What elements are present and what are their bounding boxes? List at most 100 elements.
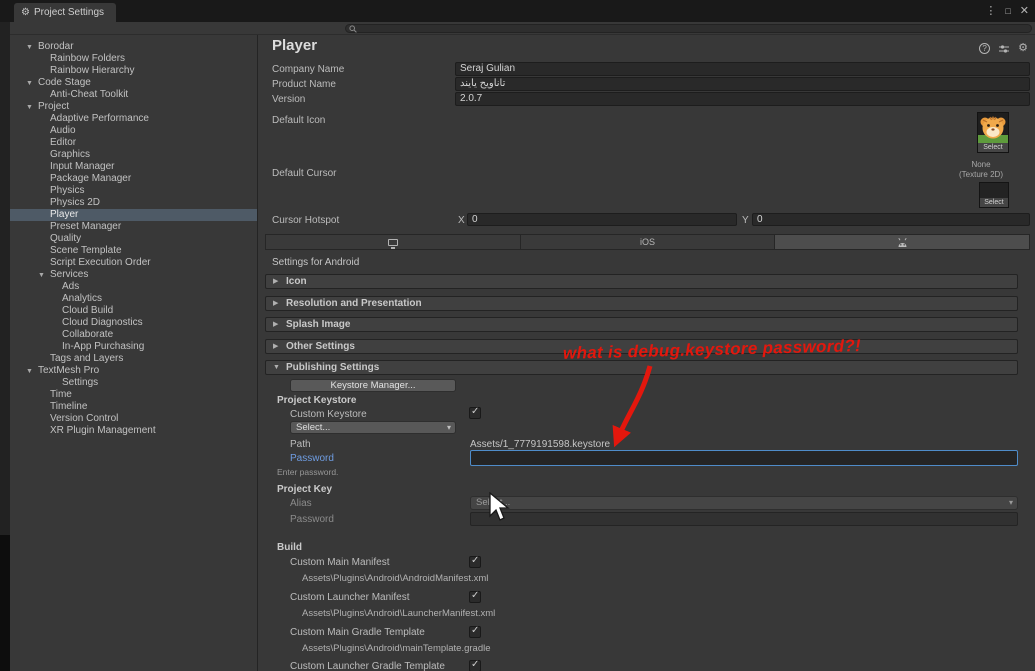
- sidebar-item-package-manager[interactable]: Package Manager: [10, 173, 257, 185]
- custom-keystore-checkbox[interactable]: ✓: [469, 406, 481, 419]
- sidebar-item-editor[interactable]: Editor: [10, 137, 257, 149]
- sidebar-item-quality[interactable]: Quality: [10, 233, 257, 245]
- sidebar-item-time[interactable]: Time: [10, 389, 257, 401]
- search-input[interactable]: [345, 24, 1032, 33]
- keystore-password-input[interactable]: [470, 450, 1018, 466]
- custom-launcher-manifest-label: Custom Launcher Manifest: [290, 592, 410, 603]
- window-menu-icon[interactable]: ⋮: [985, 5, 996, 17]
- default-icon-object-field[interactable]: Select: [977, 112, 1009, 153]
- sidebar-item-cloud-build[interactable]: Cloud Build: [10, 305, 257, 317]
- main-manifest-path: Assets\Plugins\Android\AndroidManifest.x…: [302, 573, 489, 584]
- window-controls: ⋮ □ ✕: [985, 0, 1029, 22]
- sidebar-item-script-execution-order[interactable]: Script Execution Order: [10, 257, 257, 269]
- window-close-icon[interactable]: ✕: [1020, 5, 1029, 17]
- hotspot-y-field[interactable]: 0: [752, 213, 1030, 226]
- default-cursor-object-field[interactable]: None (Texture 2D) Select: [951, 160, 1011, 208]
- sidebar-item-scene-template[interactable]: Scene Template: [10, 245, 257, 257]
- sidebar-item-label: Time: [50, 389, 72, 400]
- cursor-thumbnail[interactable]: Select: [979, 182, 1009, 208]
- section-resolution-and-presentation[interactable]: ▶ Resolution and Presentation: [265, 296, 1018, 311]
- sidebar-item-project[interactable]: ▼ Project: [10, 101, 257, 113]
- custom-launcher-gradle-template-label: Custom Launcher Gradle Template: [290, 661, 445, 671]
- window-titlebar: ⚙ Project Settings ⋮ □ ✕: [0, 0, 1035, 22]
- sidebar-item-label: Collaborate: [62, 329, 114, 340]
- sidebar-item-label: TextMesh Pro: [38, 365, 100, 376]
- sidebar-item-services[interactable]: ▼ Services: [10, 269, 257, 281]
- custom-main-manifest-label: Custom Main Manifest: [290, 557, 390, 568]
- sidebar-item-player[interactable]: Player: [10, 209, 257, 221]
- sidebar-item-in-app-purchasing[interactable]: In-App Purchasing: [10, 341, 257, 353]
- sidebar-item-physics-2d[interactable]: Physics 2D: [10, 197, 257, 209]
- icon-select-button[interactable]: Select: [978, 143, 1008, 152]
- sidebar-item-rainbow-folders[interactable]: Rainbow Folders: [10, 53, 257, 65]
- foldout-closed-icon: ▶: [273, 321, 279, 328]
- sidebar-item-textmesh-pro[interactable]: ▼ TextMesh Pro: [10, 365, 257, 377]
- default-icon-preview: [978, 113, 1008, 143]
- tab-android[interactable]: [775, 235, 1030, 249]
- sidebar-item-rainbow-hierarchy[interactable]: Rainbow Hierarchy: [10, 65, 257, 77]
- cursor-hotspot-label: Cursor Hotspot: [272, 215, 340, 226]
- sidebar-item-input-manager[interactable]: Input Manager: [10, 161, 257, 173]
- sidebar-item-audio[interactable]: Audio: [10, 125, 257, 137]
- annotation-arrow: [612, 365, 653, 448]
- alias-select-dropdown[interactable]: Select...▾: [470, 496, 1018, 510]
- sidebar-item-ads[interactable]: Ads: [10, 281, 257, 293]
- custom-launcher-manifest-checkbox[interactable]: ✓: [469, 590, 481, 603]
- sidebar-item-label: Cloud Build: [62, 305, 114, 316]
- gear-icon[interactable]: ⚙: [1018, 43, 1028, 54]
- sidebar-item-preset-manager[interactable]: Preset Manager: [10, 221, 257, 233]
- tab-standalone[interactable]: [266, 235, 521, 249]
- section-icon[interactable]: ▶ Icon: [265, 274, 1018, 289]
- hotspot-x-field[interactable]: 0: [467, 213, 737, 226]
- sidebar-item-anti-cheat-toolkit[interactable]: Anti-Cheat Toolkit: [10, 89, 257, 101]
- sidebar-item-cloud-diagnostics[interactable]: Cloud Diagnostics: [10, 317, 257, 329]
- sidebar-item-xr-plugin-management[interactable]: XR Plugin Management: [10, 425, 257, 437]
- keystore-select-dropdown[interactable]: Select... ▾: [290, 421, 456, 434]
- sidebar-item-label: Version Control: [50, 413, 119, 424]
- sidebar-item-tags-and-layers[interactable]: Tags and Layers: [10, 353, 257, 365]
- monitor-icon: [387, 238, 398, 249]
- main-gradle-template-path: Assets\Plugins\Android\mainTemplate.grad…: [302, 643, 491, 654]
- sidebar-item-settings[interactable]: Settings: [10, 377, 257, 389]
- help-icon[interactable]: ?: [979, 43, 991, 54]
- chevron-down-icon: ▾: [1008, 498, 1013, 507]
- cursor-select-button[interactable]: Select: [980, 198, 1008, 207]
- section-label: Icon: [286, 276, 307, 287]
- custom-main-gradle-template-checkbox[interactable]: ✓: [469, 625, 481, 638]
- section-label: Resolution and Presentation: [286, 298, 422, 309]
- sidebar-item-code-stage[interactable]: ▼ Code Stage: [10, 77, 257, 89]
- sidebar-item-label: Timeline: [50, 401, 88, 412]
- project-key-group-label: Project Key: [277, 484, 333, 495]
- custom-launcher-gradle-template-checkbox[interactable]: ✓: [469, 659, 481, 671]
- sidebar-item-label: Preset Manager: [50, 221, 122, 232]
- sidebar-item-analytics[interactable]: Analytics: [10, 293, 257, 305]
- check-icon: ✓: [471, 590, 480, 601]
- window-float-icon[interactable]: □: [1005, 6, 1010, 16]
- sidebar-item-timeline[interactable]: Timeline: [10, 401, 257, 413]
- project-settings-tab[interactable]: ⚙ Project Settings: [14, 3, 117, 22]
- enter-password-hint: Enter password.: [277, 467, 339, 477]
- sidebar-item-collaborate[interactable]: Collaborate: [10, 329, 257, 341]
- key-password-input[interactable]: [470, 512, 1018, 526]
- sidebar-item-label: Adaptive Performance: [50, 113, 149, 124]
- key-password-label: Password: [290, 514, 334, 525]
- sidebar-item-label: Physics: [50, 185, 85, 196]
- sidebar-item-graphics[interactable]: Graphics: [10, 149, 257, 161]
- platform-tab-bar: iOS: [265, 234, 1030, 250]
- product-name-field[interactable]: تاناويح یایند: [455, 77, 1030, 91]
- version-field[interactable]: 2.0.7: [455, 92, 1030, 106]
- preset-icon[interactable]: [998, 44, 1010, 54]
- chevron-down-icon: ▾: [446, 423, 451, 432]
- company-name-field[interactable]: Seraj Gulian: [455, 62, 1030, 76]
- sidebar-item-physics[interactable]: Physics: [10, 185, 257, 197]
- keystore-manager-button[interactable]: Keystore Manager...: [290, 379, 456, 392]
- section-splash-image[interactable]: ▶ Splash Image: [265, 317, 1018, 332]
- section-label: Publishing Settings: [286, 362, 380, 373]
- sidebar-item-adaptive-performance[interactable]: Adaptive Performance: [10, 113, 257, 125]
- sidebar-item-borodar[interactable]: ▼ Borodar: [10, 41, 257, 53]
- sidebar-item-version-control[interactable]: Version Control: [10, 413, 257, 425]
- settings-category-sidebar: ▼ Borodar Rainbow Folders Rainbow Hierarc…: [10, 35, 258, 671]
- build-group-label: Build: [277, 542, 302, 553]
- custom-main-manifest-checkbox[interactable]: ✓: [469, 555, 481, 568]
- tab-ios[interactable]: iOS: [520, 235, 776, 249]
